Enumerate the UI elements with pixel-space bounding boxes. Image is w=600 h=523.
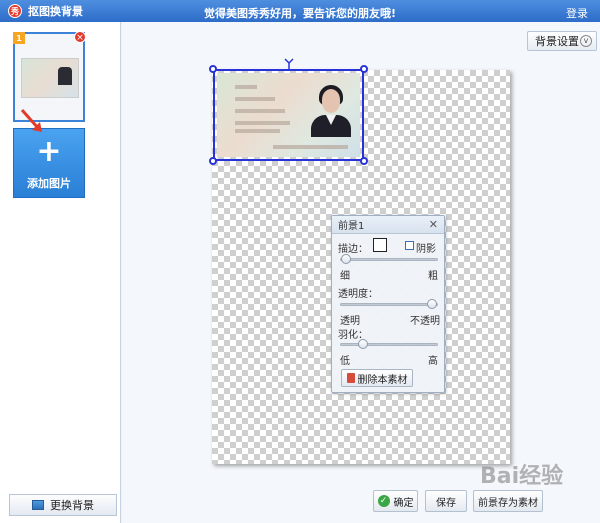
foreground-settings-panel: 前景1 ✕ 描边： 阴影 细 粗 透明度： 透明 不透明 羽化： 低 高 删除本… xyxy=(331,215,445,393)
thumbnail-portrait xyxy=(58,67,72,85)
save-button[interactable]: 保存 xyxy=(425,490,467,512)
opacity-min-label: 透明 xyxy=(340,316,360,327)
resize-handle-top-right[interactable] xyxy=(360,65,368,73)
panel-title: 前景1 xyxy=(338,221,365,232)
feather-slider-knob[interactable] xyxy=(358,339,369,349)
stroke-min-label: 细 xyxy=(340,271,350,282)
thumbnail-index-badge: 1 xyxy=(13,32,25,44)
stroke-max-label: 粗 xyxy=(428,271,438,282)
add-image-label: 添加图片 xyxy=(27,177,71,190)
background-settings-button[interactable]: 背景设置 v xyxy=(527,31,597,51)
feather-slider-track[interactable] xyxy=(340,339,438,349)
feather-max-label: 高 xyxy=(428,356,438,367)
ok-button[interactable]: ✓ 确定 xyxy=(373,490,418,512)
blurred-text xyxy=(235,97,275,101)
delete-material-button[interactable]: 删除本素材 xyxy=(341,369,413,387)
ok-label: 确定 xyxy=(393,497,414,509)
stroke-slider-knob[interactable] xyxy=(341,254,351,264)
feather-min-label: 低 xyxy=(340,356,350,367)
plus-icon: + xyxy=(36,134,62,169)
blurred-text xyxy=(235,121,290,125)
panel-header: 前景1 ✕ xyxy=(332,216,444,234)
shadow-label: 阴影 xyxy=(416,244,436,255)
opacity-slider-knob[interactable] xyxy=(427,299,437,309)
id-card-image xyxy=(217,73,360,157)
save-label: 保存 xyxy=(436,497,456,509)
portrait-face xyxy=(322,89,340,113)
save-as-material-button[interactable]: 前景存为素材 xyxy=(473,490,543,512)
baidu-watermark: Bai经验 xyxy=(480,464,564,489)
trash-icon xyxy=(346,373,355,383)
change-background-label: 更换背景 xyxy=(50,499,94,512)
stroke-slider-track[interactable] xyxy=(340,254,438,264)
stroke-label: 描边： xyxy=(338,244,368,255)
shadow-checkbox[interactable] xyxy=(405,241,414,250)
blurred-text xyxy=(235,85,257,89)
save-as-material-label: 前景存为素材 xyxy=(478,497,538,509)
blurred-text xyxy=(235,109,285,113)
thumbnail-id-card-image xyxy=(21,58,79,98)
checkmark-icon: ✓ xyxy=(377,495,390,507)
opacity-max-label: 不透明 xyxy=(410,316,440,327)
red-arrow-icon xyxy=(20,109,42,132)
login-link[interactable]: 登录 xyxy=(566,5,588,21)
add-image-button[interactable]: + 添加图片 xyxy=(13,128,85,198)
blurred-text xyxy=(235,129,280,133)
change-background-button[interactable]: 更换背景 xyxy=(9,494,117,516)
left-panel: 1 × + 添加图片 更换背景 xyxy=(0,22,121,523)
blurred-id-number xyxy=(273,145,348,149)
promo-text: 觉得美图秀秀好用，要告诉您的朋友哦! xyxy=(203,7,396,20)
resize-handle-bottom-left[interactable] xyxy=(209,157,217,165)
title-bar: 秀 抠图换背景 觉得美图秀秀好用，要告诉您的朋友哦! 登录 xyxy=(0,0,600,22)
stroke-color-swatch[interactable] xyxy=(373,238,387,252)
picture-icon xyxy=(32,500,44,510)
resize-handle-top-left[interactable] xyxy=(209,65,217,73)
opacity-label: 透明度： xyxy=(338,289,378,300)
close-icon[interactable]: ✕ xyxy=(429,218,438,231)
thumbnail-close-icon[interactable]: × xyxy=(74,31,86,43)
chevron-down-icon: v xyxy=(580,35,592,47)
opacity-slider-track[interactable] xyxy=(340,299,438,309)
selected-foreground-image[interactable] xyxy=(209,65,368,165)
resize-handle-bottom-right[interactable] xyxy=(360,157,368,165)
id-portrait xyxy=(309,81,353,137)
delete-material-label: 删除本素材 xyxy=(357,374,408,386)
background-settings-label: 背景设置 xyxy=(535,35,579,48)
